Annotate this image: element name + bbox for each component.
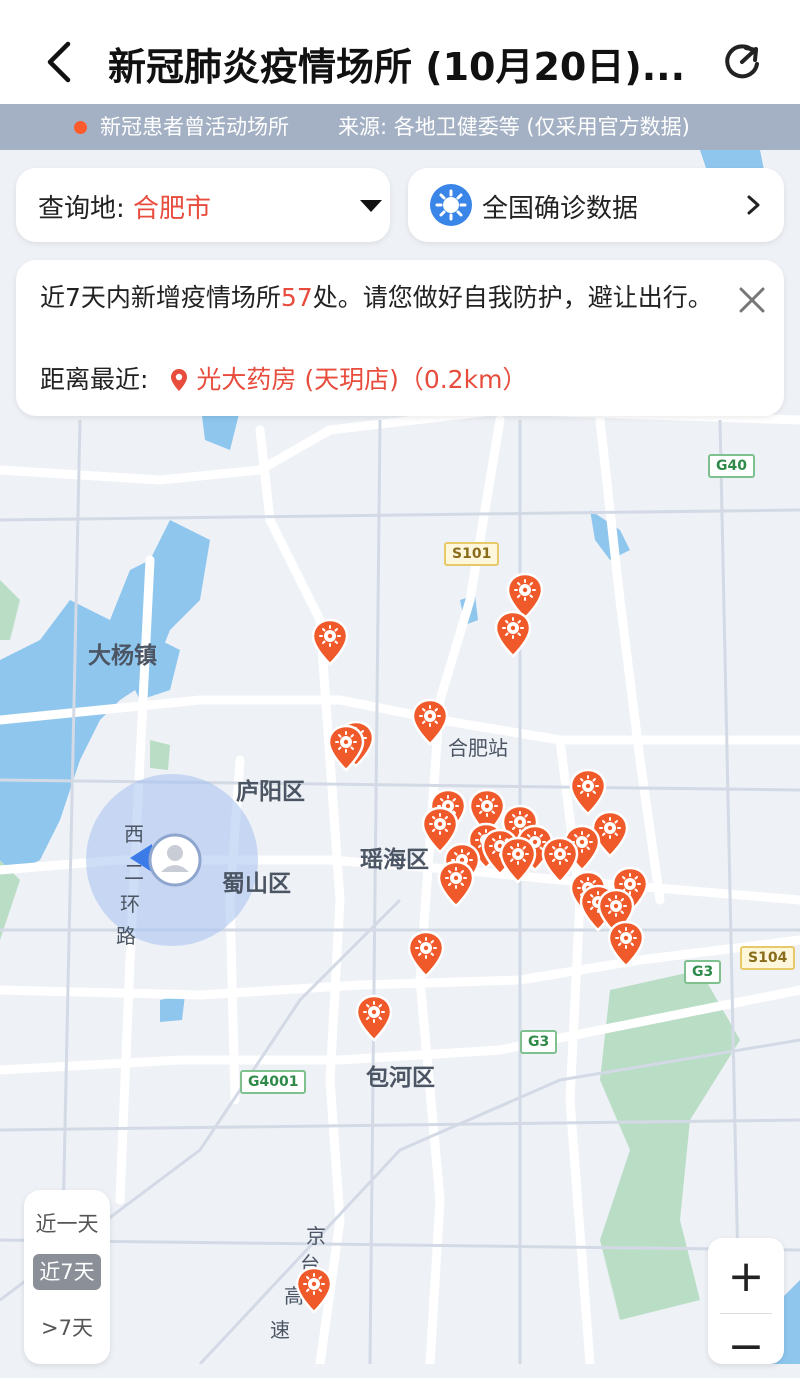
tab-last-7-days[interactable]: 近7天	[33, 1254, 101, 1290]
notice-card: 近7天内新增疫情场所57处。请您做好自我防护，避让出行。 距离最近: 光大药房 …	[16, 260, 784, 416]
tab-over-7-days[interactable]: >7天	[33, 1310, 101, 1346]
shield-g3-south: G3	[520, 1030, 558, 1054]
header: 新冠肺炎疫情场所 (10月20日)...	[0, 0, 800, 104]
city-select-label: 查询地:	[38, 194, 134, 224]
shield-s101: S101	[444, 542, 500, 566]
label-shushan: 蜀山区	[222, 871, 291, 897]
shield-g4001: G4001	[240, 1070, 307, 1094]
location-pin-icon	[171, 369, 188, 391]
refresh-icon[interactable]	[718, 38, 766, 86]
page-title: 新冠肺炎疫情场所 (10月20日)...	[108, 45, 686, 89]
green-area-small	[150, 740, 170, 770]
city-select-text: 查询地: 合肥市	[38, 188, 211, 225]
nearest-row[interactable]: 距离最近: 光大药房 (天玥店)（0.2km）	[40, 360, 527, 396]
shield-s104: S104	[740, 946, 796, 970]
city-select[interactable]: 查询地: 合肥市	[16, 168, 390, 242]
zoom-out-button[interactable]: −	[708, 1316, 784, 1378]
chevron-right-icon	[747, 195, 760, 215]
source-text: 来源: 各地卫健委等 (仅采用官方数据)	[338, 115, 690, 139]
epidemic-marker[interactable]	[406, 930, 446, 978]
legend-text: 新冠患者曾活动场所	[100, 115, 289, 139]
notice-prefix: 近7天内新增疫情场所	[40, 283, 281, 312]
epidemic-marker[interactable]	[294, 1266, 334, 1314]
label-jing: 京	[306, 1224, 326, 1248]
label-road-er: 二	[124, 860, 144, 884]
epidemic-marker[interactable]	[568, 768, 608, 816]
label-road-huan: 环	[120, 892, 140, 916]
label-hefei-station: 合肥站	[448, 736, 508, 760]
notice-message: 近7天内新增疫情场所57处。请您做好自我防护，避让出行。	[40, 282, 730, 314]
epidemic-marker[interactable]	[354, 994, 394, 1042]
nearest-place: 光大药房 (天玥店)（0.2km）	[196, 365, 528, 394]
virus-icon	[430, 184, 472, 226]
caret-down-icon	[360, 200, 382, 212]
label-luyang: 庐阳区	[236, 779, 305, 805]
national-data-button[interactable]: 全国确诊数据	[408, 168, 784, 242]
tab-last-day[interactable]: 近一天	[33, 1206, 101, 1242]
epidemic-marker[interactable]	[493, 610, 533, 658]
nearest-label: 距离最近:	[40, 365, 157, 394]
epidemic-marker[interactable]	[498, 836, 538, 884]
time-filter-tabs: 近一天 近7天 >7天	[24, 1190, 110, 1364]
notice-suffix: 处。请您做好自我防护，避让出行。	[312, 283, 713, 312]
label-road-xi: 西	[124, 822, 144, 846]
label-dayang: 大杨镇	[88, 643, 157, 669]
national-data-label: 全国确诊数据	[482, 194, 639, 224]
source-info-bar: 新冠患者曾活动场所 来源: 各地卫健委等 (仅采用官方数据)	[0, 104, 800, 150]
epidemic-marker[interactable]	[606, 920, 646, 968]
epidemic-marker[interactable]	[310, 618, 350, 666]
epidemic-marker[interactable]	[410, 698, 450, 746]
shield-g3-east: G3	[684, 960, 722, 984]
shield-g40: G40	[708, 454, 755, 478]
epidemic-marker[interactable]	[326, 724, 366, 772]
label-baohe: 包河区	[366, 1065, 435, 1091]
notice-count: 57	[280, 283, 313, 312]
label-su: 速	[270, 1318, 290, 1342]
close-icon[interactable]	[736, 284, 768, 316]
label-road-lu: 路	[116, 924, 136, 948]
chevron-left-icon[interactable]	[40, 38, 84, 86]
zoom-in-button[interactable]: +	[708, 1246, 784, 1308]
city-select-value: 合肥市	[133, 194, 212, 224]
zoom-controls: + −	[708, 1238, 784, 1372]
epidemic-marker[interactable]	[436, 860, 476, 908]
label-yaohai: 瑶海区	[360, 847, 429, 873]
legend-dot	[74, 121, 87, 134]
zoom-divider	[720, 1313, 772, 1314]
